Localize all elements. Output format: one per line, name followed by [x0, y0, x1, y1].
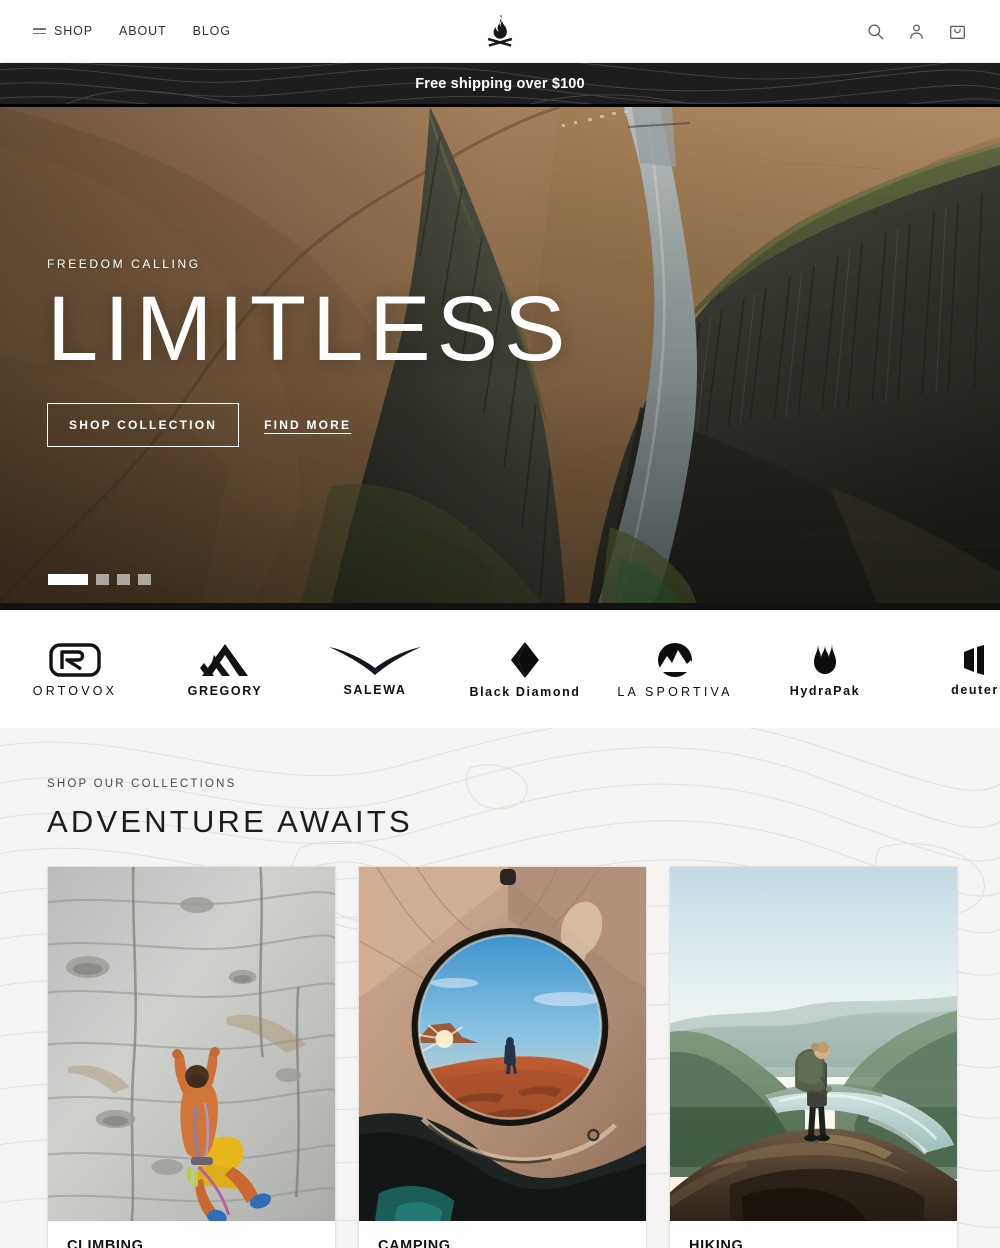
hamburger-icon[interactable] — [33, 28, 46, 34]
brand-deuter[interactable]: deuter — [900, 610, 1000, 728]
collections-inner: SHOP OUR COLLECTIONS ADVENTURE AWAITS CL… — [0, 728, 1000, 1248]
collections-title: ADVENTURE AWAITS — [47, 804, 413, 839]
collection-card-camping-label: CAMPING — [378, 1238, 451, 1248]
brand-hydrapak[interactable]: HydraPak — [750, 610, 900, 728]
brand-deuter-label: deuter — [951, 682, 999, 697]
hero-bottom-edge — [0, 603, 1000, 610]
brand-hydrapak-label: HydraPak — [789, 683, 861, 698]
camping-card-image — [359, 867, 646, 1221]
brand-ortovox-label: ORTOVOX — [32, 683, 118, 698]
find-more-link[interactable]: FIND MORE — [264, 418, 351, 432]
carousel-dot-4[interactable] — [138, 574, 151, 585]
deuter-mark — [964, 644, 984, 675]
brand-logo-strip: ORTOVOX GREGORY SALEWA Black Diamond LA … — [0, 610, 1000, 728]
brand-salewa[interactable]: SALEWA — [300, 610, 450, 728]
cart-icon[interactable] — [948, 22, 967, 41]
announcement-bar: Free shipping over $100 — [0, 63, 1000, 107]
ortovox-mark — [49, 642, 101, 677]
header-actions — [866, 22, 1000, 41]
announcement-text: Free shipping over $100 — [415, 75, 585, 92]
nav-item-shop[interactable]: SHOP — [33, 24, 93, 38]
collection-card-climbing[interactable]: CLIMBING — [47, 866, 336, 1248]
climbing-card-image — [48, 867, 335, 1221]
hero-content: FREEDOM CALLING LIMITLESS SHOP COLLECTIO… — [47, 257, 572, 448]
search-icon[interactable] — [866, 22, 885, 41]
hydrapak-mark — [814, 643, 836, 674]
carousel-dot-2[interactable] — [96, 574, 109, 585]
brand-la-sportiva[interactable]: LA SPORTIVA — [600, 610, 750, 728]
collection-card-hiking-label: HIKING — [689, 1238, 744, 1248]
brand-ortovox[interactable]: ORTOVOX — [0, 610, 150, 728]
hero-actions: SHOP COLLECTION FIND MORE — [47, 403, 571, 448]
carousel-dot-3[interactable] — [117, 574, 130, 585]
carousel-indicators — [48, 574, 151, 585]
brand-black-diamond-label: Black Diamond — [469, 684, 581, 699]
brand-salewa-label: SALEWA — [343, 682, 407, 697]
primary-nav: SHOP ABOUT BLOG — [0, 24, 231, 38]
account-icon[interactable] — [907, 22, 926, 41]
brand-la-sportiva-label: LA SPORTIVA — [617, 684, 733, 699]
collection-card-climbing-label: CLIMBING — [67, 1238, 144, 1248]
nav-item-about[interactable]: ABOUT — [119, 24, 167, 38]
gregory-mark — [200, 643, 248, 676]
hero-title: LIMITLESS — [47, 278, 572, 380]
collection-card-hiking[interactable]: HIKING — [669, 866, 958, 1248]
brand-gregory-label: GREGORY — [187, 683, 263, 698]
collection-card-camping[interactable]: CAMPING — [358, 866, 647, 1248]
collections-section: SHOP OUR COLLECTIONS ADVENTURE AWAITS CL… — [0, 728, 1000, 1248]
hero-eyebrow: FREEDOM CALLING — [47, 257, 201, 271]
site-header: SHOP ABOUT BLOG — [0, 0, 1000, 63]
brand-black-diamond[interactable]: Black Diamond — [450, 610, 600, 728]
nav-item-shop-label: SHOP — [54, 24, 94, 38]
collections-eyebrow: SHOP OUR COLLECTIONS — [47, 778, 237, 790]
la-sportiva-mark — [657, 642, 695, 677]
collections-grid: CLIMBING CAMPING HIKING — [47, 866, 958, 1248]
black-diamond-mark — [511, 641, 539, 678]
brand-gregory[interactable]: GREGORY — [150, 610, 300, 728]
hero-banner: FREEDOM CALLING LIMITLESS SHOP COLLECTIO… — [0, 107, 1000, 610]
salewa-mark — [329, 646, 421, 675]
carousel-dot-1[interactable] — [48, 574, 88, 585]
shop-collection-button[interactable]: SHOP COLLECTION — [47, 403, 240, 448]
campfire-logo[interactable] — [485, 14, 515, 48]
nav-item-blog[interactable]: BLOG — [193, 24, 231, 38]
hiking-card-image — [670, 867, 957, 1221]
